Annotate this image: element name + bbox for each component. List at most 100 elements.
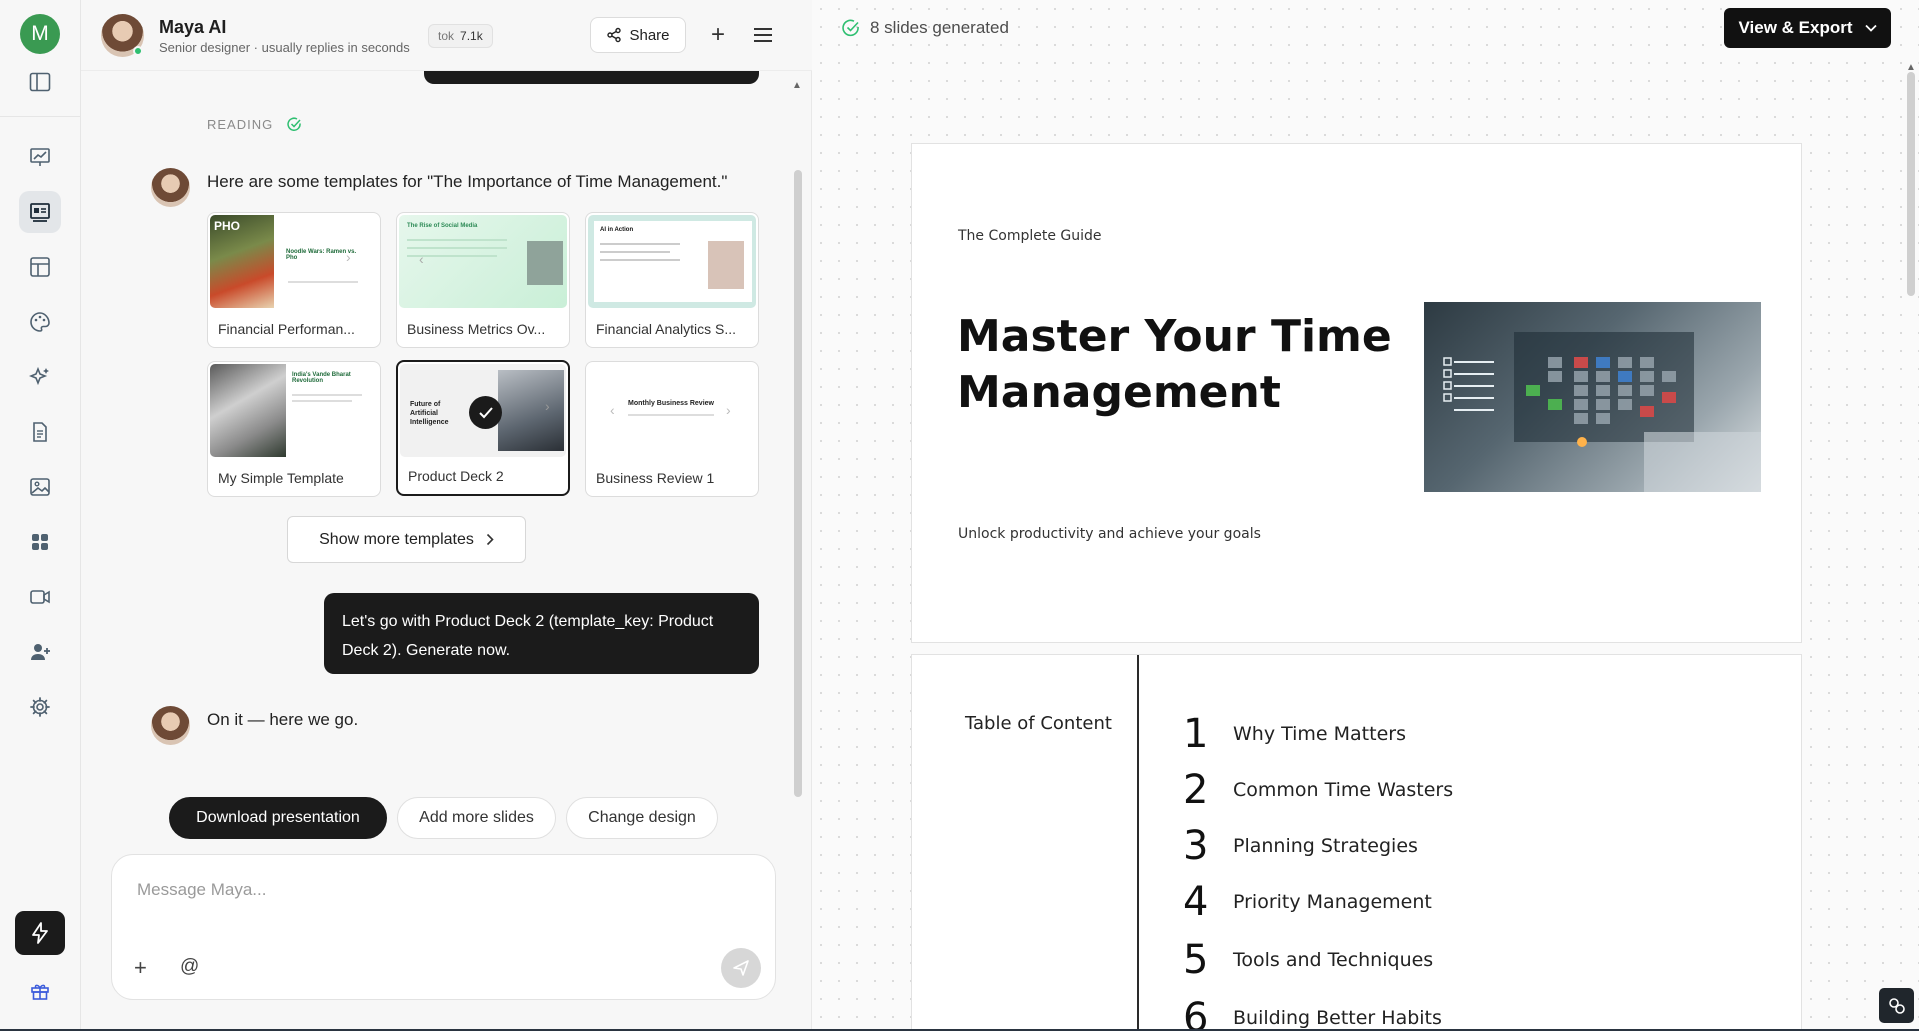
thumb-badge: PHO	[214, 219, 241, 233]
thumb-title: Noodle Wars: Ramen vs. Pho	[286, 249, 357, 261]
agent-name: Maya AI	[159, 17, 227, 37]
show-more-templates-button[interactable]: Show more templates	[287, 516, 526, 563]
mention-at-icon[interactable]: @	[180, 956, 199, 978]
agent-subtitle: Senior designer · usually replies in sec…	[159, 40, 410, 55]
chat-scrollbar[interactable]	[794, 170, 802, 797]
template-card[interactable]: Monthly Business Review ‹ › Business Rev…	[585, 361, 759, 497]
video-icon[interactable]	[19, 576, 61, 618]
assistant-reply-message: On it — here we go.	[207, 710, 359, 729]
template-card[interactable]: PHO Noodle Wars: Ramen vs. Pho › Financi…	[207, 212, 381, 348]
assistant-intro-message: Here are some templates for "The Importa…	[207, 172, 728, 191]
layout-icon[interactable]	[19, 246, 61, 288]
toc-number: 2	[1183, 767, 1209, 813]
view-export-button[interactable]: View & Export	[1724, 8, 1891, 48]
toc-number: 1	[1183, 711, 1209, 757]
check-circle-icon	[842, 19, 859, 37]
template-label: Product Deck 2	[408, 468, 504, 484]
document-icon[interactable]	[19, 411, 61, 453]
slide-1[interactable]: The Complete Guide Master Your Time Mana…	[911, 143, 1802, 643]
chevron-right-icon	[486, 533, 494, 546]
template-thumbnail: Monthly Business Review ‹ ›	[588, 364, 756, 457]
template-card[interactable]: India's Vande Bharat Revolution My Simpl…	[207, 361, 381, 497]
toc-item: 6 Building Better Habits	[1183, 995, 1442, 1031]
link-widget-icon[interactable]	[1879, 988, 1914, 1023]
online-status-dot	[133, 46, 143, 56]
share-button[interactable]: Share	[590, 17, 686, 53]
template-label: Business Metrics Ov...	[407, 321, 546, 337]
add-more-slides-button[interactable]: Add more slides	[397, 797, 556, 839]
slides-icon[interactable]	[19, 191, 61, 233]
add-user-icon[interactable]	[19, 631, 61, 673]
message-composer: + @	[111, 854, 776, 1000]
show-more-label: Show more templates	[319, 530, 474, 548]
thumb-title: Future of Artificial Intelligence	[410, 401, 449, 426]
toc-text: Priority Management	[1233, 891, 1432, 913]
user-message: Let's go with Product Deck 2 (template_k…	[324, 593, 759, 674]
preview-scrollbar[interactable]	[1907, 72, 1915, 296]
template-thumbnail: PHO Noodle Wars: Ramen vs. Pho ›	[210, 215, 378, 308]
palette-icon[interactable]	[19, 301, 61, 343]
template-card[interactable]: The Rise of Social Media ‹ Business Metr…	[396, 212, 570, 348]
toc-number: 6	[1183, 995, 1209, 1031]
template-thumbnail: Future of Artificial Intelligence ›	[400, 364, 566, 457]
template-thumbnail: The Rise of Social Media ‹	[399, 215, 567, 308]
chat-panel: Maya AI Senior designer · usually replie…	[81, 0, 892, 1031]
slide-2[interactable]: Table of Content 1 Why Time Matters 2 Co…	[911, 654, 1802, 1031]
rail-divider	[0, 116, 81, 117]
template-label: Financial Analytics S...	[596, 321, 737, 337]
toc-number: 4	[1183, 879, 1209, 925]
slides-preview: 8 slides generated View & Export The Com…	[812, 0, 1919, 1031]
slide-subtitle: Unlock productivity and achieve your goa…	[958, 526, 1261, 542]
chevron-down-icon	[1864, 24, 1877, 32]
sparkles-icon[interactable]	[19, 356, 61, 398]
toc-text: Tools and Techniques	[1233, 949, 1434, 971]
apps-grid-icon[interactable]	[19, 521, 61, 563]
toc-number: 5	[1183, 937, 1209, 983]
send-icon[interactable]	[721, 948, 761, 988]
toc-item: 5 Tools and Techniques	[1183, 937, 1433, 983]
template-label: Business Review 1	[596, 470, 715, 486]
template-card-selected[interactable]: Future of Artificial Intelligence › Prod…	[396, 360, 570, 496]
gift-icon[interactable]	[26, 978, 54, 1004]
scroll-up-arrow-icon[interactable]: ▲	[792, 80, 802, 91]
share-label: Share	[629, 26, 670, 44]
reading-status: READING	[207, 117, 302, 132]
sidebar-toggle-icon[interactable]	[19, 61, 61, 103]
agent-message-avatar	[151, 706, 190, 745]
agent-message-avatar	[151, 168, 190, 207]
view-export-label: View & Export	[1738, 18, 1853, 37]
token-label: tok	[438, 29, 455, 43]
previous-user-message	[424, 71, 759, 84]
hamburger-menu-icon[interactable]	[747, 19, 779, 51]
slide-title: Master Your Time Management	[957, 311, 1392, 418]
download-presentation-button[interactable]: Download presentation	[169, 797, 387, 839]
left-rail: M	[0, 0, 81, 1031]
slide-kicker: The Complete Guide	[958, 228, 1102, 244]
toc-text: Planning Strategies	[1233, 835, 1418, 857]
template-label: My Simple Template	[218, 470, 344, 486]
presentation-chart-icon[interactable]	[19, 136, 61, 178]
image-icon[interactable]	[19, 466, 61, 508]
bolt-icon[interactable]	[15, 911, 65, 955]
toc-item: 1 Why Time Matters	[1183, 711, 1406, 757]
toc-item: 2 Common Time Wasters	[1183, 767, 1453, 813]
new-chat-plus-icon[interactable]: +	[702, 19, 734, 51]
attach-plus-icon[interactable]: +	[134, 955, 147, 981]
reading-label: READING	[207, 117, 274, 132]
template-card[interactable]: AI in Action Financial Analytics S...	[585, 212, 759, 348]
user-avatar[interactable]: M	[20, 14, 60, 54]
token-value: 7.1k	[460, 29, 483, 43]
thumb-title: AI in Action	[600, 227, 634, 233]
settings-icon[interactable]	[19, 686, 61, 728]
template-label: Financial Performan...	[218, 321, 355, 337]
template-thumbnail: India's Vande Bharat Revolution	[210, 364, 378, 457]
template-thumbnail: AI in Action	[588, 215, 756, 308]
calendar-laptop-image	[1424, 302, 1761, 492]
toc-item: 4 Priority Management	[1183, 879, 1432, 925]
chat-header: Maya AI Senior designer · usually replie…	[81, 0, 812, 71]
slides-generated-status: 8 slides generated	[842, 18, 1009, 38]
message-input[interactable]	[137, 880, 717, 900]
change-design-button[interactable]: Change design	[566, 797, 718, 839]
toc-number: 3	[1183, 823, 1209, 869]
toc-text: Common Time Wasters	[1233, 779, 1454, 801]
